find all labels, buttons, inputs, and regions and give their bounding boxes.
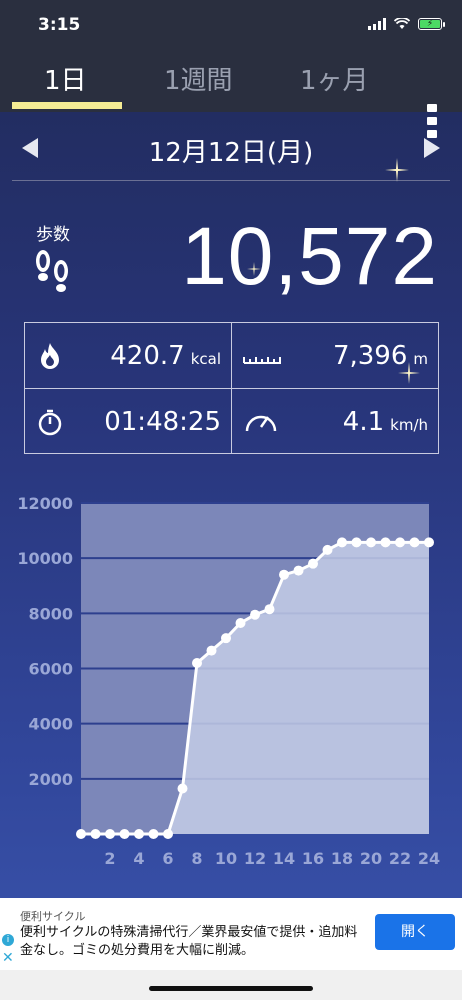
stats-grid: 420.7 kcal 7,396 m 01:48:25 4.1 km/h (24, 322, 439, 454)
ad-open-button[interactable]: 開く (375, 914, 455, 950)
status-time: 3:15 (38, 15, 81, 35)
ad-info-icon[interactable]: i (2, 934, 14, 946)
hourly-steps-chart: 2000 4000 6000 8000 10000 12000 2 4 6 8 10 12 14 16 18… (0, 480, 462, 880)
x-tick-label: 10 (215, 849, 237, 868)
ruler-icon (243, 357, 281, 364)
footprints-icon (36, 250, 68, 292)
speed-value: 4.1 (342, 407, 385, 437)
x-tick-label: 18 (331, 849, 353, 868)
x-tick-label: 24 (418, 849, 440, 868)
chart-svg: 200040006000800010000120002 4 6 8 10 12 14 16 18… (17, 494, 440, 868)
battery-icon: ⚡ (418, 18, 445, 30)
data-point (366, 537, 376, 548)
data-point (351, 537, 362, 548)
status-icons: ⚡ (368, 18, 445, 30)
data-point (192, 657, 202, 668)
data-point (119, 829, 130, 839)
duration-cell: 01:48:25 (25, 389, 231, 454)
wifi-icon (394, 18, 410, 29)
data-point (409, 537, 420, 548)
duration-value: 01:48:25 (104, 407, 221, 437)
signal-icon (368, 18, 386, 30)
y-tick-label: 4000 (28, 715, 73, 734)
data-point (90, 829, 101, 839)
data-point (293, 565, 304, 576)
y-tick-label: 6000 (28, 660, 73, 679)
calories-unit: kcal (190, 350, 221, 368)
data-point (279, 569, 289, 580)
active-tab-indicator (12, 102, 122, 109)
y-tick-label: 12000 (17, 494, 73, 513)
ad-close-icon[interactable]: ✕ (2, 950, 14, 966)
calories-value: 420.7 (110, 341, 185, 371)
data-point (76, 829, 86, 839)
x-tick-label: 12 (244, 849, 266, 868)
status-bar: 3:15 ⚡ (0, 0, 462, 50)
x-tick-label: 4 (133, 849, 144, 868)
data-point (163, 829, 173, 839)
y-tick-label: 2000 (28, 770, 73, 789)
data-point (206, 645, 217, 656)
y-tick-label: 10000 (17, 549, 73, 568)
distance-value: 7,396 (332, 341, 408, 371)
data-point (424, 537, 434, 548)
calories-cell: 420.7 kcal (25, 323, 231, 388)
x-tick-label: 22 (389, 849, 411, 868)
tab-week[interactable]: 1週間 (164, 60, 233, 97)
data-point (395, 537, 405, 548)
data-point (221, 633, 231, 644)
data-point (308, 558, 318, 569)
next-day-button[interactable] (424, 138, 440, 158)
x-tick-label: 6 (162, 849, 173, 868)
data-point (322, 544, 333, 555)
data-point (250, 609, 260, 620)
speed-unit: km/h (390, 416, 428, 434)
steps-label: 歩数 (36, 225, 70, 245)
data-point (177, 783, 188, 794)
data-point (380, 537, 391, 548)
data-point (264, 604, 275, 615)
x-tick-label: 8 (191, 849, 202, 868)
speedometer-icon (245, 415, 277, 432)
x-tick-label: 20 (360, 849, 382, 868)
steps-value: 10,572 (181, 211, 438, 302)
ad-source: 便利サイクル (20, 910, 86, 923)
y-tick-label: 8000 (28, 604, 73, 623)
speed-cell: 4.1 km/h (232, 389, 438, 454)
ad-text: 便利サイクルの特殊清掃代行／業界最安値で提供・追加料金なし。ゴミの処分費用を大幅… (20, 925, 358, 958)
data-point (148, 829, 159, 839)
x-tick-label: 16 (302, 849, 324, 868)
tab-month[interactable]: 1ヶ月 (300, 60, 369, 97)
data-point (337, 537, 347, 548)
ad-banner[interactable]: i ✕ 便利サイクル 便利サイクルの特殊清掃代行／業界最安値で提供・追加料金なし… (0, 898, 462, 970)
data-point (105, 829, 115, 839)
fire-icon (41, 343, 59, 369)
tab-day[interactable]: 1日 (44, 60, 87, 97)
sparkle-icon (247, 262, 261, 276)
x-tick-label: 14 (273, 849, 295, 868)
home-indicator[interactable] (149, 986, 313, 991)
sparkle-icon (385, 158, 409, 182)
home-area (0, 970, 462, 1000)
x-tick-label: 2 (104, 849, 115, 868)
data-point (235, 617, 246, 628)
data-point (134, 829, 144, 839)
sparkle-icon (398, 362, 420, 384)
stopwatch-icon (38, 409, 62, 436)
